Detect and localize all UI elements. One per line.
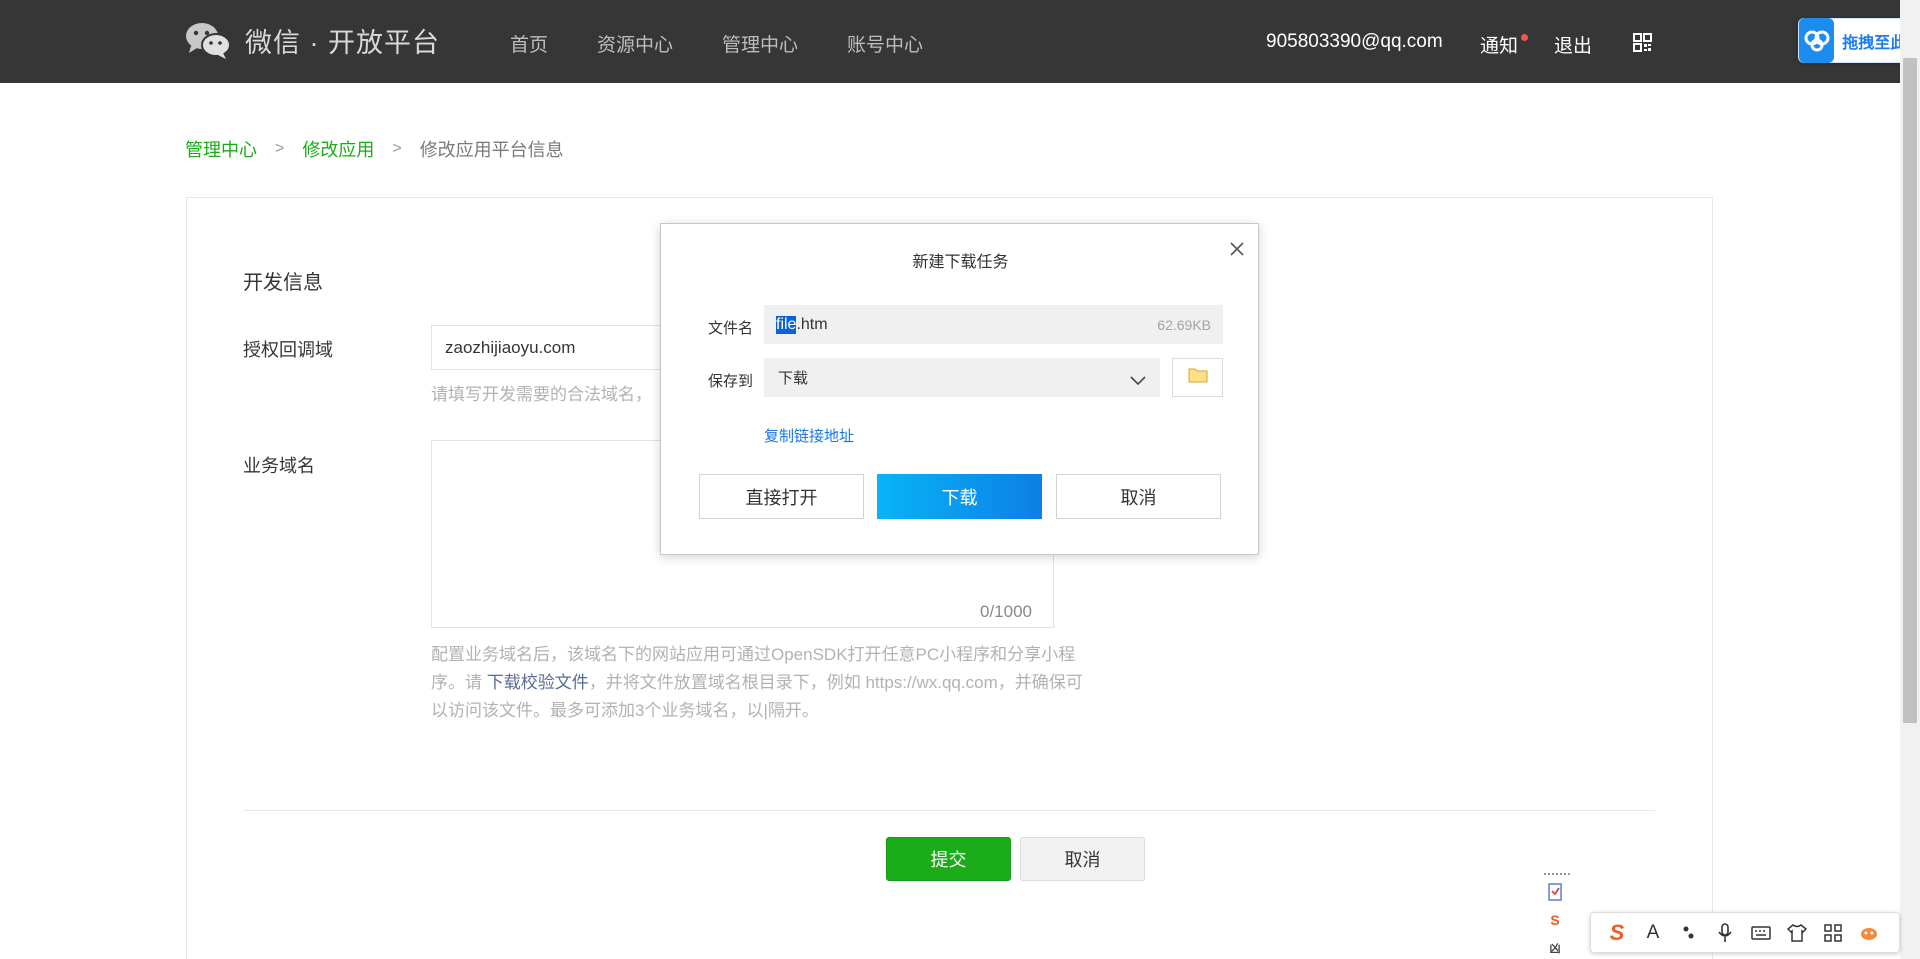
cancel-button[interactable]: 取消: [1020, 837, 1145, 881]
copy-link-address[interactable]: 复制链接地址: [764, 425, 854, 446]
sogou-s-icon[interactable]: S: [1599, 918, 1635, 948]
auth-domain-label: 授权回调域: [243, 340, 333, 360]
breadcrumb-separator: >: [392, 140, 402, 157]
ime-side-label[interactable]: 凶: [1544, 937, 1566, 959]
wechat-logo-icon: [185, 20, 231, 60]
ime-side-tools: S 凶: [1544, 873, 1572, 959]
form-divider: [243, 810, 1655, 811]
toolbox-grid-icon[interactable]: [1815, 918, 1851, 948]
wechat-open-platform-logo[interactable]: 微信 · 开放平台: [185, 20, 440, 60]
breadcrumb-edit-app[interactable]: 修改应用: [302, 136, 374, 162]
open-directly-button[interactable]: 直接打开: [699, 474, 864, 519]
skin-shirt-icon[interactable]: [1779, 918, 1815, 948]
biz-domain-counter: 0/1000: [980, 602, 1032, 621]
sogou-logo-icon[interactable]: S: [1544, 909, 1566, 931]
user-email[interactable]: 905803390@qq.com: [1266, 31, 1443, 53]
filename-input[interactable]: file .htm 62.69KB: [764, 305, 1223, 344]
submit-button[interactable]: 提交: [886, 837, 1011, 881]
breadcrumb-current: 修改应用平台信息: [419, 140, 564, 160]
breadcrumb-separator: >: [275, 140, 285, 157]
breadcrumb: 管理中心 > 修改应用 > 修改应用平台信息: [185, 136, 564, 162]
ime-doc-icon[interactable]: [1544, 881, 1566, 903]
filename-label: 文件名: [708, 320, 754, 337]
nav-management-center[interactable]: 管理中心: [722, 30, 798, 57]
mascot-icon[interactable]: [1851, 918, 1887, 948]
filename-selected-text: file: [776, 315, 797, 334]
logo-text: 微信 · 开放平台: [245, 27, 440, 58]
filename-extension: .htm: [796, 315, 828, 333]
save-location-value: 下载: [778, 370, 809, 387]
keyboard-icon[interactable]: [1743, 918, 1779, 948]
biz-domain-description: 配置业务域名后，该域名下的网站应用可通过OpenSDK打开任意PC小程序和分享小…: [431, 641, 1091, 725]
file-size: 62.69KB: [1157, 316, 1211, 333]
download-button[interactable]: 下载: [877, 474, 1042, 519]
biz-domain-label: 业务域名: [243, 456, 315, 476]
browse-folder-button[interactable]: [1172, 358, 1223, 397]
logout-link[interactable]: 退出: [1554, 31, 1592, 58]
baidu-netdisk-icon: [1799, 18, 1835, 63]
auth-domain-hint: 请填写开发需要的合法域名，: [431, 385, 652, 404]
drag-handle[interactable]: [1544, 873, 1570, 875]
save-location-select[interactable]: 下载: [764, 358, 1160, 397]
microphone-icon[interactable]: [1707, 918, 1743, 948]
punctuation-icon[interactable]: [1671, 918, 1707, 948]
qrcode-icon[interactable]: [1633, 33, 1652, 52]
section-title: 开发信息: [243, 272, 323, 294]
top-nav-bar: 微信 · 开放平台 首页 资源中心 管理中心 账号中心 905803390@qq…: [0, 0, 1920, 83]
chevron-down-icon: [1130, 373, 1146, 385]
main-nav: 首页 资源中心 管理中心 账号中心: [510, 30, 972, 57]
notify-badge-dot: [1521, 34, 1528, 41]
notify-link[interactable]: 通知: [1480, 31, 1518, 58]
download-verify-file-link[interactable]: 下载校验文件: [487, 673, 589, 692]
page-scrollbar-thumb[interactable]: [1903, 58, 1917, 723]
breadcrumb-management-center[interactable]: 管理中心: [185, 136, 257, 162]
nav-home[interactable]: 首页: [510, 30, 548, 57]
save-to-label: 保存到: [708, 373, 754, 390]
nav-resource-center[interactable]: 资源中心: [597, 30, 673, 57]
dialog-title: 新建下载任务: [912, 254, 1009, 271]
ime-toolbar: S A: [1590, 912, 1900, 953]
nav-account-center[interactable]: 账号中心: [847, 30, 923, 57]
dialog-cancel-button[interactable]: 取消: [1056, 474, 1221, 519]
folder-icon: [1188, 367, 1208, 388]
download-dialog: 新建下载任务 文件名 file .htm 62.69KB 保存到 下载 复制链接地…: [660, 223, 1259, 555]
font-a-icon[interactable]: A: [1635, 918, 1671, 948]
close-icon[interactable]: [1226, 238, 1248, 260]
